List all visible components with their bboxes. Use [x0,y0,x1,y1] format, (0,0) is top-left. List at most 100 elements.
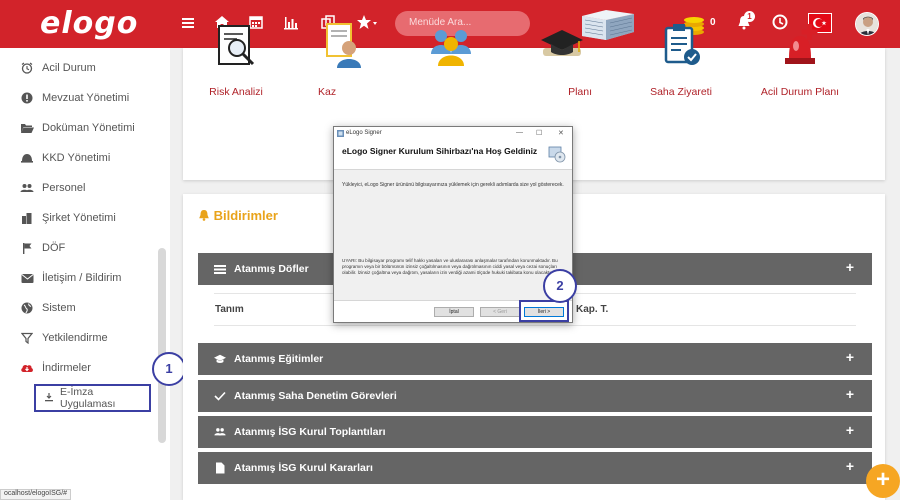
tile-label: Risk Analizi [209,86,263,98]
list-icon [214,265,226,274]
sidebar-item-sistem[interactable]: Sistem [0,296,170,320]
globe-icon [20,301,34,315]
next-button-highlight [519,300,569,322]
sidebar-item-label: DÖF [42,242,66,254]
sidebar-subitem-e-imza[interactable]: E-İmza Uygulaması [34,384,151,412]
app-logo[interactable]: elogo [40,6,138,41]
cloud-download-icon [20,361,34,375]
emergency-siren-icon [777,22,823,68]
tile-label: Saha Ziyareti [650,86,712,98]
envelope-icon [20,271,34,285]
sidebar-item-label: KKD Yönetimi [42,152,111,164]
installer-intro-text: Yükleyici, eLogo Signer ürününü bilgisay… [342,182,564,188]
folder-open-icon [20,121,34,135]
expand-plus-icon[interactable]: + [846,458,854,474]
sidebar-item-dof[interactable]: DÖF [0,236,170,260]
sidebar-item-label: Doküman Yönetimi [42,122,135,134]
sidebar-item-acil-durum[interactable]: Acil Durum [0,56,170,80]
panel-saha-denetim[interactable]: Atanmış Saha Denetim Görevleri + [198,380,872,412]
users-icon [214,428,226,436]
installer-body: Yükleyici, eLogo Signer ürününü bilgisay… [334,169,572,301]
installer-setup-icon [548,145,566,163]
flag-icon [20,241,34,255]
sidebar-item-personel[interactable]: Personel [0,176,170,200]
status-bar-url: ocalhost/elogoISG/# [0,489,72,500]
back-button[interactable]: < Geri [480,307,520,317]
user-avatar[interactable] [855,12,879,36]
installer-heading: eLogo Signer Kurulum Sihirbazı'na Hoş Ge… [342,146,538,156]
bell-icon [199,210,209,221]
notifications-title: Bildirimler [198,208,278,223]
tile-acil-durum-plani[interactable]: Acil Durum Planı [750,22,850,98]
graduation-cap-icon [539,22,585,68]
close-icon[interactable]: ✕ [558,129,564,137]
download-icon [44,392,54,405]
sidebar-item-label: İndirmeler [42,362,91,374]
notifications-title-text: Bildirimler [213,208,278,223]
filter-icon [20,331,34,345]
panel-label: Atanmış İSG Kurul Toplantıları [234,426,386,438]
tile-label: Acil Durum Planı [760,86,840,98]
sidebar-item-label: Acil Durum [42,62,96,74]
sidebar-subitem-label: E-İmza Uygulaması [60,386,116,410]
minimize-icon[interactable]: — [516,129,523,136]
step-2-annotation: 2 [543,269,577,303]
sidebar-item-mevzuat[interactable]: Mevzuat Yönetimi [0,86,170,110]
accident-report-icon [319,22,365,68]
sidebar-item-dokuman[interactable]: Doküman Yönetimi [0,116,170,140]
file-icon [216,462,225,474]
panel-atanmis-egitimler[interactable]: Atanmış Eğitimler + [198,343,872,375]
sidebar-item-iletisim[interactable]: İletişim / Bildirim [0,266,170,290]
building-icon [20,211,34,225]
tile-egitim-plani[interactable]: Planı [512,22,612,98]
team-icon [428,22,474,68]
sidebar: Acil Durum Mevzuat Yönetimi Doküman Yöne… [0,48,170,500]
sidebar-item-indirmeler[interactable]: İndirmeler [0,356,170,380]
column-header-kap-t[interactable]: Kap. T. [576,304,608,315]
sidebar-item-sirket[interactable]: Şirket Yönetimi [0,206,170,230]
tile-label: Kaz [318,86,337,98]
helmet-icon [20,151,34,165]
sidebar-item-label: Sistem [42,302,76,314]
add-fab-button[interactable]: + [866,464,900,498]
cancel-button[interactable]: İptal [434,307,474,317]
expand-plus-icon[interactable]: + [846,349,854,365]
installer-app-icon [337,130,344,137]
tile-saha-ziyareti[interactable]: Saha Ziyareti [631,22,731,98]
sidebar-scrollbar[interactable] [158,248,166,443]
panel-isg-toplantilari[interactable]: Atanmış İSG Kurul Toplantıları + [198,416,872,448]
clipboard-check-icon [658,22,704,68]
sidebar-item-label: Şirket Yönetimi [42,212,116,224]
maximize-icon[interactable]: ☐ [536,129,542,137]
risk-analysis-icon [213,22,259,68]
tile-risk-analizi[interactable]: Risk Analizi [186,22,286,98]
installer-window: eLogo Signer — ☐ ✕ eLogo Signer Kurulum … [333,126,573,323]
step-1-annotation: 1 [152,352,186,386]
tile-personel[interactable] [401,22,501,68]
column-header-tanim[interactable]: Tanım [215,304,244,315]
panel-label: Atanmış Eğitimler [234,353,324,365]
graduation-cap-icon [214,354,226,363]
sidebar-item-kkd[interactable]: KKD Yönetimi [0,146,170,170]
expand-plus-icon[interactable]: + [846,422,854,438]
sidebar-item-label: İletişim / Bildirim [42,272,122,284]
installer-title-bar[interactable]: eLogo Signer — ☐ ✕ [334,127,572,141]
alarm-clock-icon [20,61,34,75]
installer-warning-text: UYARI: Bu bilgisayar programı telif hakk… [342,258,558,276]
sidebar-item-label: Personel [42,182,86,194]
panel-label: Atanmış Döfler [234,263,309,275]
panel-label: Atanmış İSG Kurul Kararları [234,462,373,474]
panel-isg-kararlari[interactable]: Atanmış İSG Kurul Kararları + [198,452,872,484]
panel-label: Atanmış Saha Denetim Görevleri [234,390,397,402]
tile-label: Planı [568,86,592,98]
notification-badge: 1 [744,11,755,22]
sidebar-item-label: Mevzuat Yönetimi [42,92,130,104]
expand-plus-icon[interactable]: + [846,386,854,402]
check-icon [214,391,226,401]
exclamation-icon [20,91,34,105]
users-icon [20,181,34,195]
sidebar-item-yetkilendirme[interactable]: Yetkilendirme [0,326,170,350]
sidebar-item-label: Yetkilendirme [42,332,108,344]
expand-plus-icon[interactable]: + [846,259,854,275]
tile-kaza[interactable]: Kaz [292,22,392,98]
